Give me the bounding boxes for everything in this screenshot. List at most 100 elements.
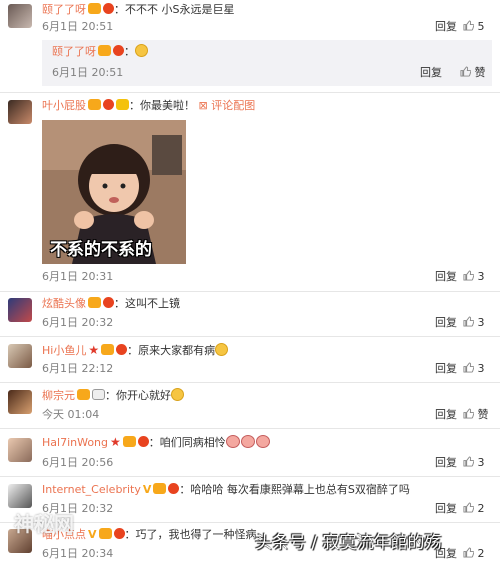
- username-link[interactable]: Hi小鱼儿: [42, 344, 86, 357]
- like-button[interactable]: 3: [463, 362, 485, 376]
- avatar[interactable]: [8, 344, 32, 368]
- panda-badge-icon: [92, 389, 105, 400]
- image-icon: ⊠: [198, 99, 208, 112]
- thumb-up-icon: [460, 66, 471, 77]
- like-count: 3: [477, 316, 485, 329]
- thumb-up-icon: [463, 547, 474, 558]
- thumb-up-icon: [463, 20, 474, 31]
- username-link[interactable]: 叶小屁股: [42, 99, 86, 112]
- level-badge-icon: [113, 528, 125, 539]
- avatar[interactable]: [8, 484, 32, 508]
- like-label: 赞: [474, 66, 486, 79]
- image-link-label: 评论配图: [211, 99, 256, 112]
- thumb-up-icon: [463, 408, 474, 419]
- reply-button[interactable]: 回复: [435, 456, 457, 470]
- vip-badge-icon: [77, 389, 90, 400]
- watermark-right: 头条号 / 寂寞流年館的殇: [255, 533, 442, 553]
- vip-badge-icon: [122, 436, 136, 447]
- avatar[interactable]: [8, 298, 32, 322]
- reply-button[interactable]: 回复: [435, 20, 457, 34]
- comment-time: 6月1日 20:32: [42, 316, 114, 329]
- vip-badge-icon: [101, 344, 115, 355]
- nested-reply: 颐了了呀 ： 6月1日 20:51 回复 赞: [42, 40, 492, 86]
- comment-text: ：巧了，我也得了一种怪病...: [124, 528, 268, 541]
- comment-time: 6月1日 20:51: [52, 66, 124, 79]
- comment-item: 颐了了呀 ：不不不 小S永远是巨星 6月1日 20:51 回复 5: [0, 0, 500, 40]
- username-link[interactable]: Internet_Celebrity: [42, 483, 141, 496]
- divider: [0, 336, 500, 337]
- vip-badge-icon: [153, 483, 167, 494]
- username-link[interactable]: 炫酷头像: [42, 297, 86, 310]
- comment-time: 6月1日 20:56: [42, 456, 114, 469]
- comment-text: ：你开心就好: [105, 389, 171, 402]
- comment-item: Internet_Celebrity V ：哈哈哈 每次看康熙弹幕上也总有S双宿醉了…: [0, 480, 500, 520]
- comment-line: Hal7inWong ★ ：咱们同病相怜: [42, 434, 271, 451]
- thumb-up-icon: [463, 456, 474, 467]
- like-button[interactable]: 3: [463, 456, 485, 470]
- thumb-up-icon: [463, 270, 474, 281]
- avatar[interactable]: [8, 438, 32, 462]
- comment-text: ：咱们同病相怜: [148, 436, 226, 449]
- watermark-left: 神秘网: [14, 512, 74, 536]
- level-badge-icon: [168, 483, 180, 494]
- divider: [0, 291, 500, 292]
- divider: [0, 428, 500, 429]
- username-link[interactable]: Hal7inWong: [42, 436, 108, 449]
- like-count: 3: [477, 456, 485, 469]
- reply-button[interactable]: 回复: [435, 316, 457, 330]
- vip-badge-icon: [88, 297, 101, 308]
- comment-item: 柳宗元 ：你开心就好 今天 01:04 回复 赞: [0, 386, 500, 428]
- star-badge-icon: ★: [110, 435, 121, 449]
- reply-button[interactable]: 回复: [435, 408, 457, 422]
- reply-button[interactable]: 回复: [420, 66, 442, 80]
- level-badge-icon: [103, 99, 114, 110]
- verified-badge-icon: V: [88, 528, 97, 541]
- comment-line: Internet_Celebrity V ：哈哈哈 每次看康熙弹幕上也总有S双宿醉了…: [42, 482, 410, 498]
- smile-emoji-icon: [215, 343, 229, 356]
- like-button[interactable]: 5: [463, 20, 485, 34]
- comment-time: 6月1日 22:12: [42, 362, 114, 375]
- avatar[interactable]: [8, 100, 32, 124]
- thumb-up-icon: [463, 502, 474, 513]
- username-link[interactable]: 颐了了呀: [42, 3, 86, 16]
- avatar[interactable]: [8, 4, 32, 28]
- comment-text: ：你最美啦！: [129, 99, 195, 112]
- like-button[interactable]: 3: [463, 316, 485, 330]
- thumb-up-icon: [463, 362, 474, 373]
- verified-badge-icon: V: [142, 483, 152, 496]
- like-button[interactable]: 赞: [463, 408, 489, 422]
- comment-line: Hi小鱼儿 ★ ：原来大家都有病: [42, 342, 229, 359]
- reply-button[interactable]: 回复: [435, 362, 457, 376]
- comment-text: ：: [124, 45, 135, 58]
- level-badge-icon: [113, 45, 124, 56]
- comment-time: 6月1日 20:31: [42, 270, 114, 283]
- vip-badge-icon: [98, 528, 112, 539]
- like-count: 5: [477, 20, 485, 33]
- like-button[interactable]: 2: [463, 502, 485, 516]
- comment-text: ：不不不 小S永远是巨星: [114, 3, 235, 16]
- reply-button[interactable]: 回复: [435, 270, 457, 284]
- divider: [0, 522, 500, 523]
- vip-badge-icon: [88, 3, 101, 14]
- level-badge-icon: [137, 436, 149, 447]
- smile-emoji-icon: [135, 44, 148, 57]
- like-button[interactable]: 3: [463, 270, 485, 284]
- image-link[interactable]: ⊠ 评论配图: [199, 99, 256, 112]
- member-badge-icon: [116, 99, 129, 110]
- comment-line: 柳宗元 ：你开心就好: [42, 388, 184, 404]
- avatar[interactable]: [8, 390, 32, 414]
- divider: [0, 92, 500, 93]
- username-link[interactable]: 柳宗元: [42, 389, 75, 402]
- level-badge-icon: [103, 3, 114, 14]
- like-button[interactable]: 2: [463, 547, 485, 561]
- comment-line: 喵小点点 V ：巧了，我也得了一种怪病...: [42, 527, 267, 543]
- like-count: 2: [477, 502, 485, 515]
- divider: [0, 476, 500, 477]
- comment-image[interactable]: 不系的不系的: [42, 120, 186, 264]
- comment-line: 颐了了呀 ：不不不 小S永远是巨星: [42, 2, 234, 18]
- like-button[interactable]: 赞: [460, 66, 486, 80]
- like-count: 3: [477, 362, 485, 375]
- username-link[interactable]: 颐了了呀: [52, 45, 96, 58]
- reply-button[interactable]: 回复: [435, 502, 457, 516]
- smile-emoji-icon: [171, 388, 184, 401]
